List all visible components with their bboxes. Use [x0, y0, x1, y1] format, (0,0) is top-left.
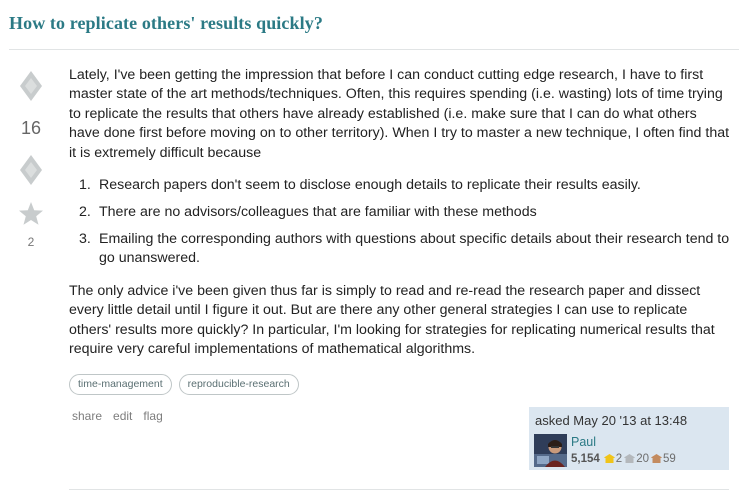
- user-stats: 5,154 2 20 59: [571, 453, 676, 465]
- vote-count: 16: [20, 118, 42, 138]
- share-link[interactable]: share: [72, 409, 102, 423]
- list-item: 3. Emailing the corresponding authors wi…: [69, 230, 731, 269]
- tag-time-management[interactable]: time-management: [69, 374, 172, 395]
- post-menu: share edit flag: [72, 409, 163, 423]
- tag-list: time-management reproducible-research: [69, 374, 299, 396]
- list-item-text: Emailing the corresponding authors with …: [99, 230, 730, 267]
- question-title[interactable]: How to replicate others' results quickly…: [9, 13, 323, 34]
- gold-badge-count: 2: [615, 453, 623, 465]
- flag-link[interactable]: flag: [143, 409, 162, 423]
- list-item: 2. There are no advisors/colleagues that…: [69, 203, 731, 222]
- user-avatar-image: [534, 434, 567, 467]
- list-item-number: 3.: [79, 230, 91, 247]
- user-signature-card: asked May 20 '13 at 13:48 Paul 5,154 2 2…: [529, 407, 729, 470]
- reasons-list: 1. Research papers don't seem to disclos…: [69, 176, 731, 276]
- tag-reproducible-research[interactable]: reproducible-research: [178, 374, 299, 395]
- user-name-link[interactable]: Paul: [571, 435, 596, 449]
- downvote-icon[interactable]: [18, 154, 44, 186]
- question-closing-paragraph: The only advice i've been given thus far…: [69, 283, 715, 358]
- silver-badge-icon: [624, 454, 636, 463]
- bronze-badge-count: 59: [662, 453, 676, 465]
- list-item-number: 2.: [79, 203, 91, 220]
- gold-badge-icon: [603, 454, 615, 463]
- upvote-icon[interactable]: [18, 70, 44, 102]
- favorite-star-icon[interactable]: [18, 201, 44, 227]
- title-divider: [9, 49, 739, 50]
- asked-timestamp: asked May 20 '13 at 13:48: [535, 413, 688, 428]
- bronze-badge-icon: [650, 454, 662, 463]
- silver-badge-count: 20: [636, 453, 649, 465]
- reputation-score: 5,154: [571, 453, 600, 465]
- list-item-text: There are no advisors/colleagues that ar…: [99, 203, 537, 220]
- edit-link[interactable]: edit: [113, 409, 132, 423]
- list-item-number: 1.: [79, 177, 91, 193]
- list-item: 1. Research papers don't seem to disclos…: [69, 176, 731, 195]
- question-intro-paragraph: Lately, I've been getting the impression…: [69, 67, 730, 161]
- favorite-count: 2: [27, 235, 35, 249]
- avatar[interactable]: [534, 434, 567, 467]
- list-item-text: Research papers don't seem to disclose e…: [99, 177, 641, 193]
